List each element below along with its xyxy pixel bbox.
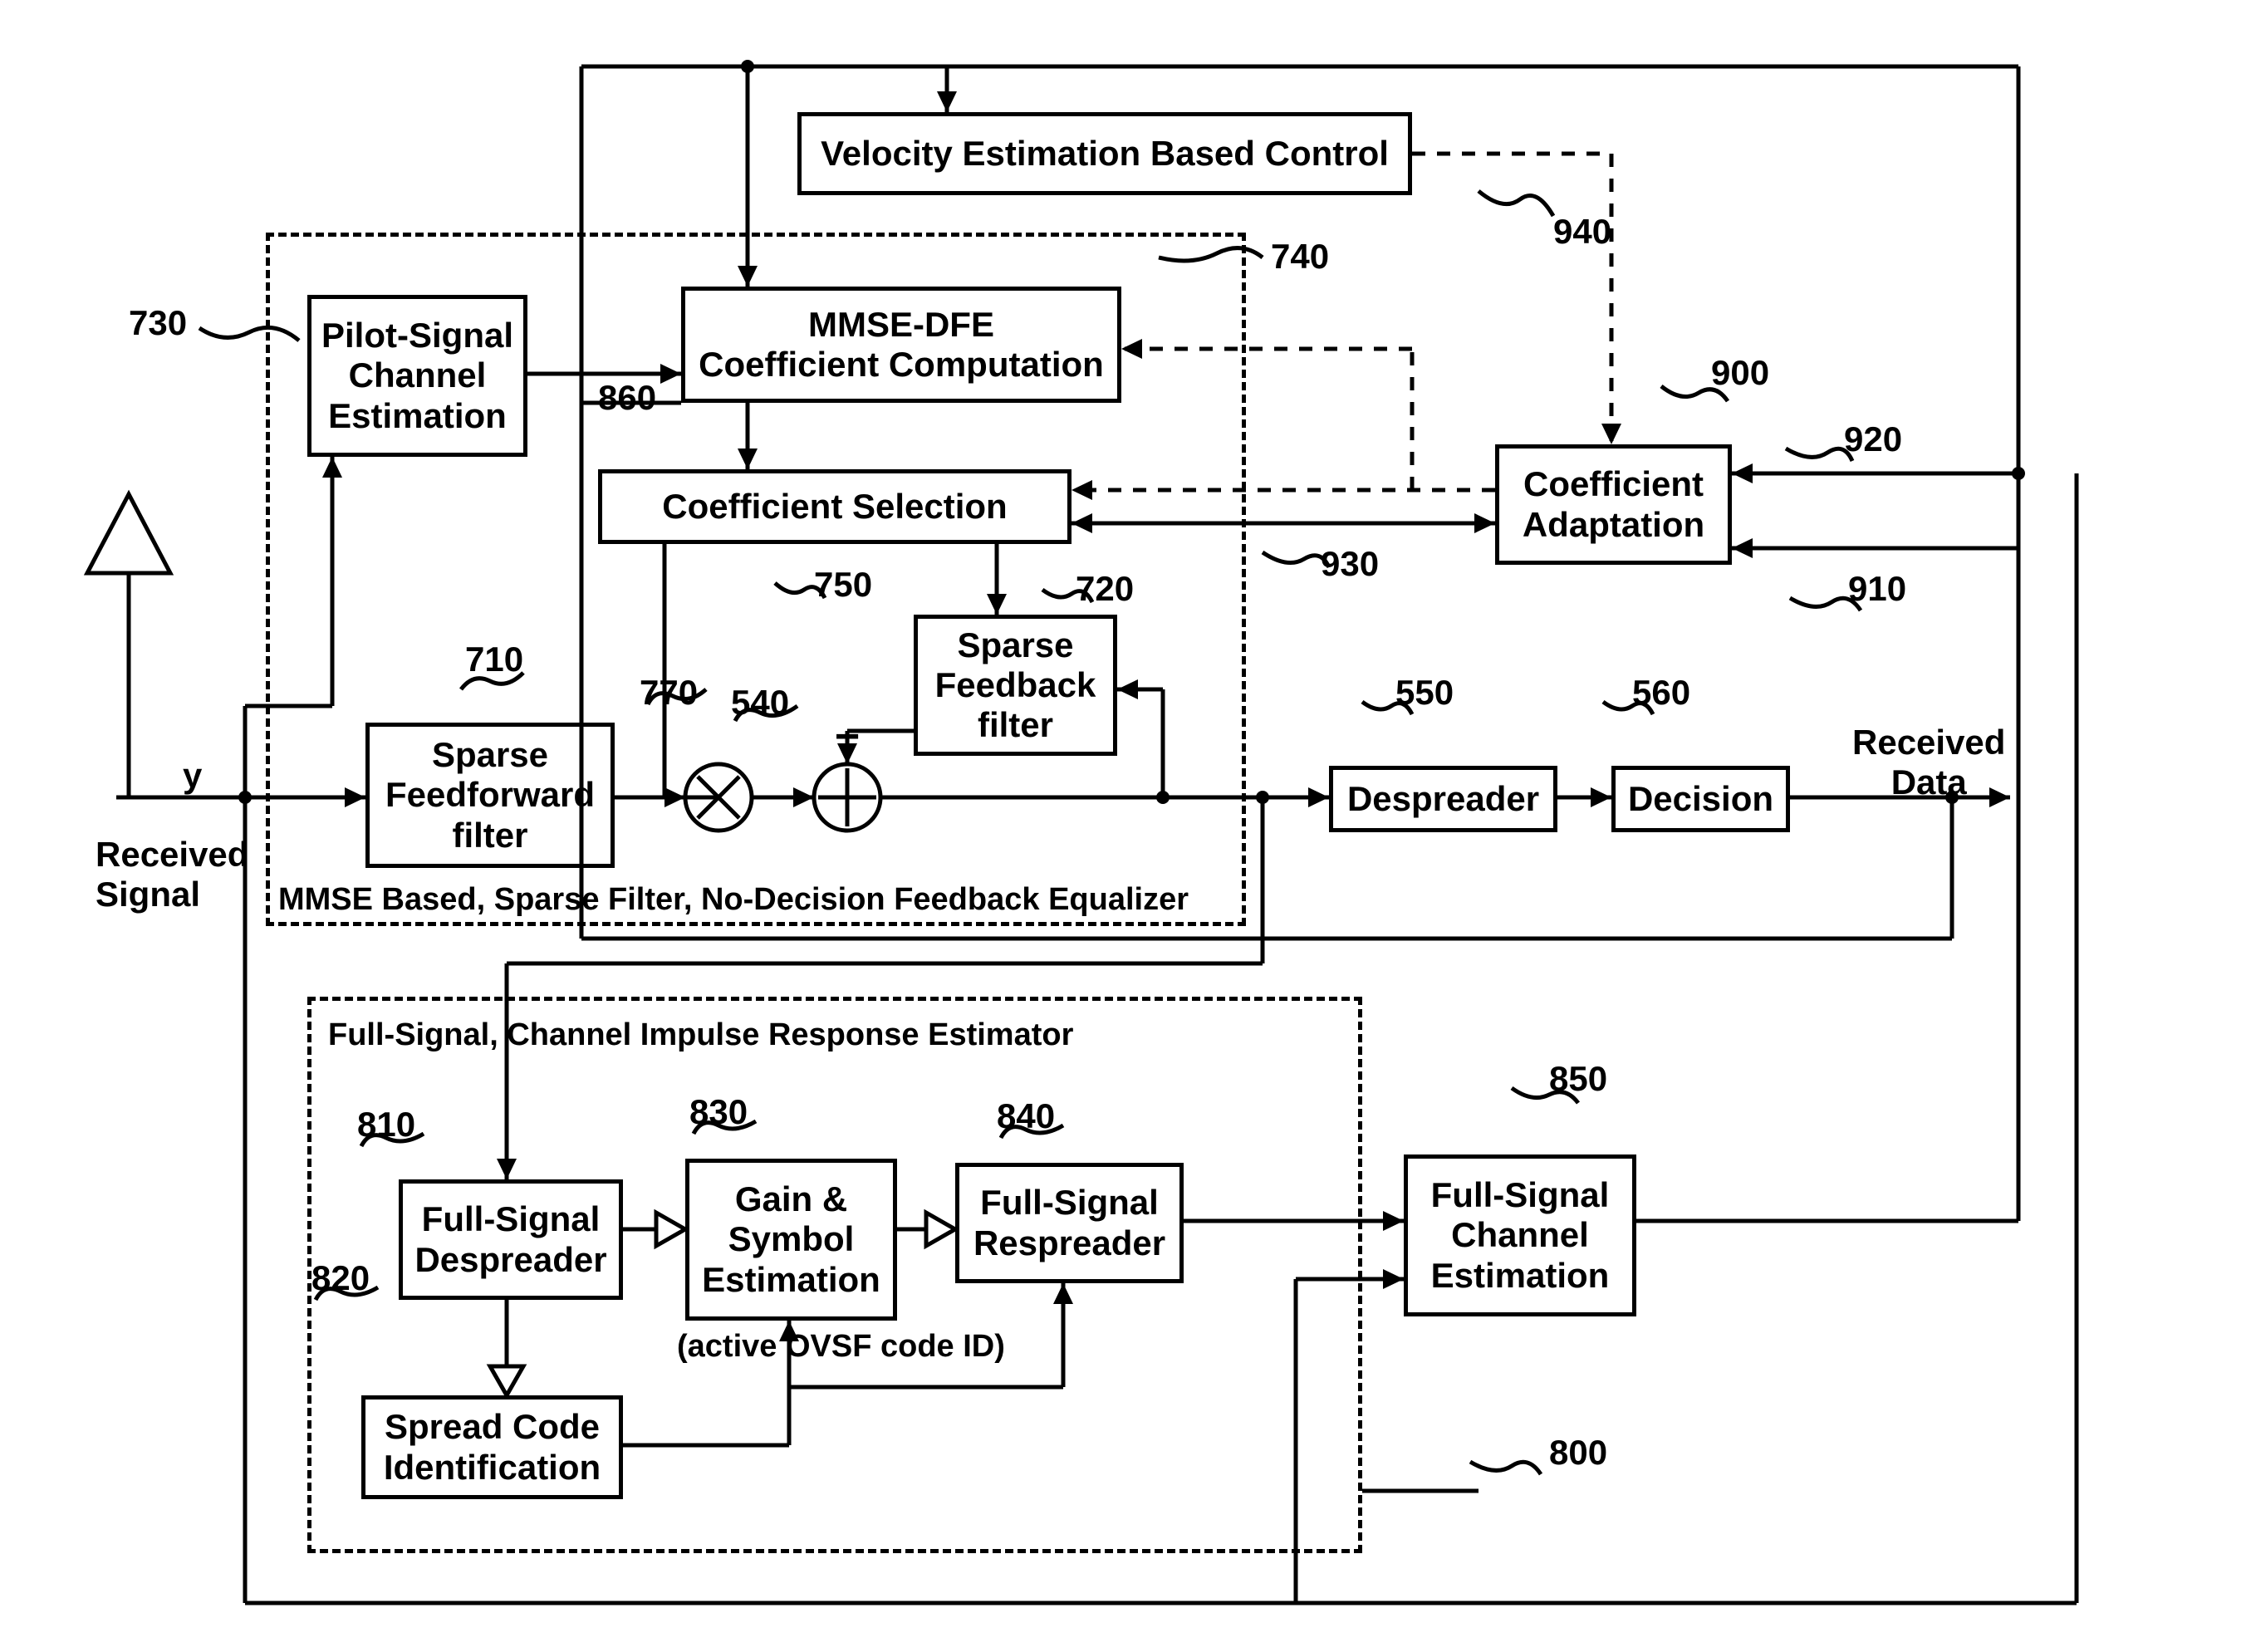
ref-900: 900 xyxy=(1711,353,1769,393)
ref-730: 730 xyxy=(129,303,187,343)
sparse-feedback-block: Sparse Feedback filter xyxy=(914,615,1117,756)
ref-910: 910 xyxy=(1848,569,1906,609)
ref-560: 560 xyxy=(1632,673,1690,713)
ref-830: 830 xyxy=(689,1092,748,1132)
full-despreader-block: Full-Signal Despreader xyxy=(399,1179,623,1300)
gain-symbol-block: Gain & Symbol Estimation xyxy=(685,1159,897,1321)
spread-code-block: Spread Code Identification xyxy=(361,1395,623,1499)
decision-block: Decision xyxy=(1611,766,1790,832)
ref-920: 920 xyxy=(1844,419,1902,459)
ref-860: 860 xyxy=(598,378,656,418)
ref-550: 550 xyxy=(1395,673,1454,713)
minus-label: − xyxy=(835,712,860,762)
ref-930: 930 xyxy=(1321,544,1379,584)
coeff-selection-block: Coefficient Selection xyxy=(598,469,1072,544)
ref-820: 820 xyxy=(311,1258,370,1298)
full-respreader-block: Full-Signal Respreader xyxy=(955,1163,1184,1283)
ref-940: 940 xyxy=(1553,212,1611,252)
ref-720: 720 xyxy=(1076,569,1134,609)
received-signal-label: Received Signal xyxy=(96,835,248,914)
ref-740: 740 xyxy=(1271,237,1329,277)
y-label: y xyxy=(183,756,202,796)
despreader-block: Despreader xyxy=(1329,766,1557,832)
velocity-block: Velocity Estimation Based Control xyxy=(797,112,1412,195)
mmse-caption: MMSE Based, Sparse Filter, No-Decision F… xyxy=(278,882,1189,918)
ref-770: 770 xyxy=(640,673,698,713)
ref-800: 800 xyxy=(1549,1433,1607,1473)
full-caption: Full-Signal, Channel Impulse Response Es… xyxy=(328,1017,1073,1053)
ovsf-caption: (active OVSF code ID) xyxy=(677,1329,1005,1365)
received-data-label: Received Data xyxy=(1852,723,2005,802)
pilot-block: Pilot-Signal Channel Estimation xyxy=(307,295,527,457)
ref-810: 810 xyxy=(357,1105,415,1145)
mmse-block: MMSE-DFE Coefficient Computation xyxy=(681,287,1121,403)
sparse-feedforward-block: Sparse Feedforward filter xyxy=(365,723,615,868)
ref-750: 750 xyxy=(814,565,872,605)
ref-540: 540 xyxy=(731,683,789,723)
ref-840: 840 xyxy=(997,1096,1055,1136)
full-channel-block: Full-Signal Channel Estimation xyxy=(1404,1154,1636,1316)
ref-710: 710 xyxy=(465,640,523,679)
ref-850: 850 xyxy=(1549,1059,1607,1099)
coeff-adaptation-block: Coefficient Adaptation xyxy=(1495,444,1732,565)
